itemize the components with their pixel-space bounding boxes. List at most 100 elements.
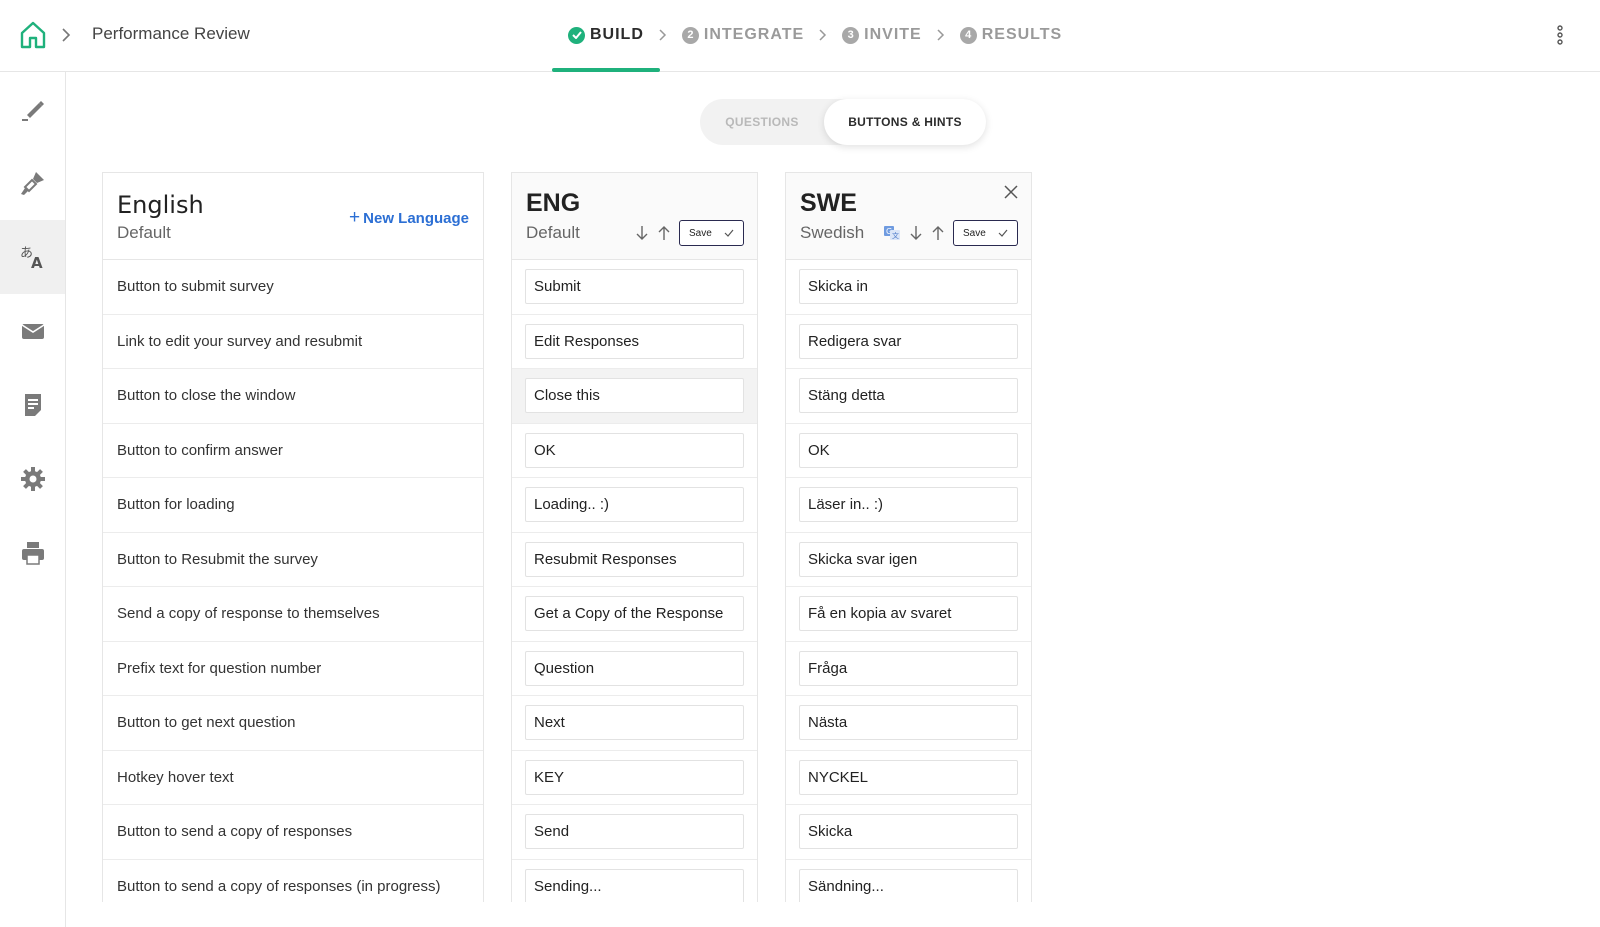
- translation-input[interactable]: Skicka in: [799, 269, 1018, 305]
- table-row: Submit: [512, 260, 757, 315]
- table-row: KEY: [512, 751, 757, 805]
- table-row: Button to confirm answer: [103, 424, 483, 478]
- step-build[interactable]: BUILD: [568, 26, 644, 44]
- breadcrumb-title[interactable]: Performance Review: [92, 24, 250, 44]
- translation-input[interactable]: Send: [525, 814, 744, 850]
- translation-input[interactable]: Edit Responses: [525, 323, 744, 359]
- translation-input[interactable]: Close this: [525, 378, 744, 414]
- table-row: Sending...: [512, 860, 757, 902]
- table-row: Get a Copy of the Response: [512, 587, 757, 642]
- translation-input[interactable]: Skicka: [799, 814, 1018, 850]
- translation-input[interactable]: Redigera svar: [799, 323, 1018, 359]
- translation-input[interactable]: Fråga: [799, 650, 1018, 686]
- content-type-toggle: QUESTIONS BUTTONS & HINTS: [700, 99, 986, 145]
- table-row: Send a copy of response to themselves: [103, 587, 483, 642]
- translation-input[interactable]: Få en kopia av svaret: [799, 596, 1018, 632]
- sidebar: あ A: [0, 72, 66, 927]
- sidebar-item-print[interactable]: [0, 516, 65, 590]
- tab-buttons-hints[interactable]: BUTTONS & HINTS: [824, 99, 986, 145]
- translation-input[interactable]: Stäng detta: [799, 378, 1018, 414]
- chevron-right-icon: [937, 29, 944, 41]
- arrow-up-icon[interactable]: [931, 224, 945, 242]
- arrow-down-icon[interactable]: [909, 224, 923, 242]
- translation-input[interactable]: Submit: [525, 269, 744, 305]
- translation-input[interactable]: Loading.. :): [525, 487, 744, 523]
- sidebar-item-design[interactable]: [0, 146, 65, 220]
- paint-brush-icon: [20, 172, 44, 195]
- table-row: NYCKEL: [786, 751, 1031, 805]
- tab-questions[interactable]: QUESTIONS: [700, 99, 824, 145]
- step-label: INTEGRATE: [703, 26, 805, 43]
- eng-translation-column: ENG Default Save Submit Edit Responses C…: [511, 172, 758, 902]
- language-title: English: [117, 191, 204, 219]
- pen-icon: [21, 101, 44, 121]
- close-icon[interactable]: [1003, 184, 1019, 200]
- table-row: Prefix text for question number: [103, 642, 483, 696]
- step-number: 2: [681, 26, 699, 44]
- step-integrate[interactable]: 2 INTEGRATE: [681, 26, 805, 44]
- translation-input[interactable]: Resubmit Responses: [525, 541, 744, 577]
- translation-input[interactable]: Sändning...: [799, 868, 1018, 902]
- active-step-indicator: [552, 68, 660, 72]
- table-row: Button to get next question: [103, 696, 483, 751]
- sidebar-item-languages[interactable]: あ A: [0, 220, 65, 294]
- sidebar-item-report[interactable]: [0, 368, 65, 442]
- table-row: Skicka svar igen: [786, 533, 1031, 587]
- translation-input[interactable]: Skicka svar igen: [799, 541, 1018, 577]
- sidebar-item-settings[interactable]: [0, 442, 65, 516]
- table-row: OK: [786, 424, 1031, 478]
- step-label: RESULTS: [981, 26, 1063, 43]
- save-button[interactable]: Save: [679, 220, 744, 246]
- check-icon: [724, 229, 734, 237]
- translation-input[interactable]: Get a Copy of the Response: [525, 596, 744, 632]
- table-row: Hotkey hover text: [103, 751, 483, 805]
- plus-icon: +: [349, 207, 361, 228]
- step-results[interactable]: 4 RESULTS: [959, 26, 1063, 44]
- step-label: INVITE: [864, 26, 922, 43]
- column-tools: Save: [635, 220, 744, 246]
- mail-icon: [21, 324, 44, 339]
- table-row: Redigera svar: [786, 315, 1031, 369]
- table-row: Sändning...: [786, 860, 1031, 902]
- sidebar-item-edit[interactable]: [0, 72, 65, 146]
- save-label: Save: [963, 227, 986, 239]
- step-invite[interactable]: 3 INVITE: [842, 26, 922, 44]
- new-language-button[interactable]: + New Language: [349, 207, 469, 229]
- check-icon: [998, 229, 1008, 237]
- table-row: Loading.. :): [512, 478, 757, 533]
- table-row: Button to close the window: [103, 369, 483, 424]
- translate-icon: あ A: [20, 246, 43, 271]
- translation-input[interactable]: Läser in.. :): [799, 487, 1018, 523]
- translation-input[interactable]: Next: [525, 705, 744, 741]
- home-icon[interactable]: [20, 21, 46, 49]
- save-button[interactable]: Save: [953, 220, 1018, 246]
- language-subtitle: Default: [117, 223, 171, 242]
- table-row: Stäng detta: [786, 369, 1031, 424]
- language-subtitle: Default: [526, 223, 580, 242]
- translation-input[interactable]: Question: [525, 650, 744, 686]
- arrow-up-icon[interactable]: [657, 224, 671, 242]
- table-row: Resubmit Responses: [512, 533, 757, 587]
- arrow-down-icon[interactable]: [635, 224, 649, 242]
- translation-input[interactable]: KEY: [525, 759, 744, 795]
- column-header: English Default + New Language: [103, 173, 483, 260]
- wizard-steps: BUILD 2 INTEGRATE 3 INVITE 4 RESULTS: [568, 22, 1062, 48]
- svg-text:文: 文: [892, 231, 899, 240]
- translation-input[interactable]: NYCKEL: [799, 759, 1018, 795]
- step-number: 4: [959, 26, 977, 44]
- new-language-label: New Language: [363, 209, 469, 227]
- translation-input[interactable]: OK: [525, 432, 744, 468]
- more-vertical-icon[interactable]: [1555, 24, 1565, 46]
- translation-input[interactable]: Nästa: [799, 705, 1018, 741]
- translation-input[interactable]: Sending...: [525, 868, 744, 902]
- auto-translate-icon[interactable]: G 文: [883, 224, 901, 242]
- table-row: Få en kopia av svaret: [786, 587, 1031, 642]
- table-row: Läser in.. :): [786, 478, 1031, 533]
- table-row: Send: [512, 805, 757, 860]
- sidebar-item-email[interactable]: [0, 294, 65, 368]
- table-row: Fråga: [786, 642, 1031, 696]
- gear-icon: [20, 467, 45, 491]
- translation-input[interactable]: OK: [799, 432, 1018, 468]
- step-number: 3: [842, 26, 860, 44]
- column-header: ENG Default Save: [512, 173, 757, 260]
